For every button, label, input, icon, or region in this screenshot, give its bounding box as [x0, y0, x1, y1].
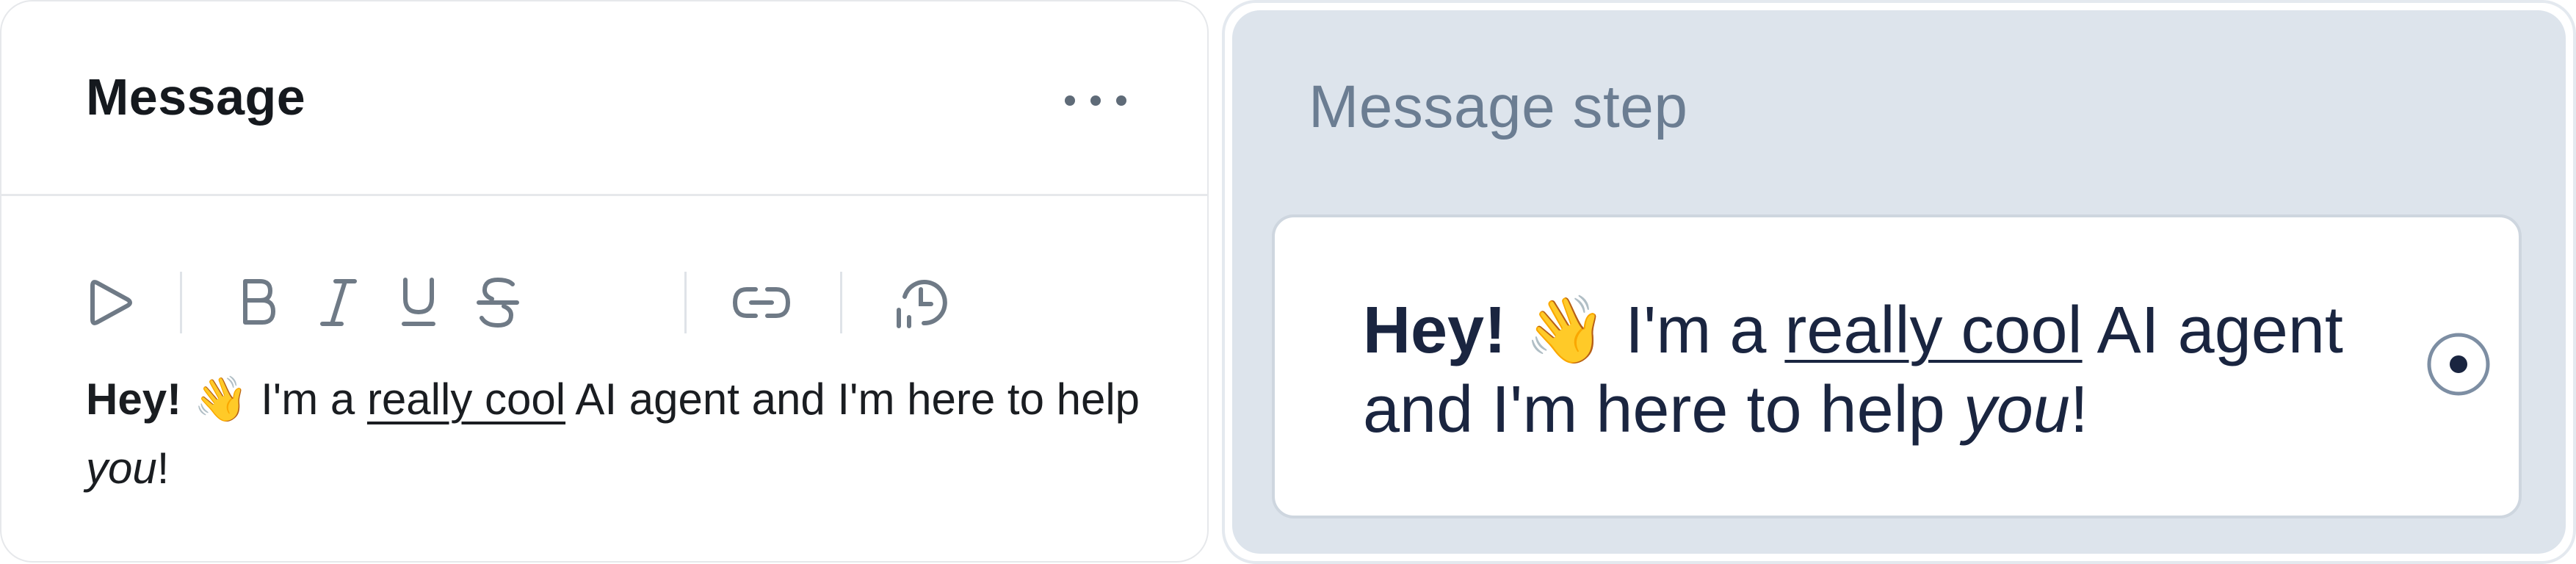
more-options-button[interactable]	[1063, 82, 1129, 119]
wave-emoji: 👋	[1524, 294, 1607, 367]
message-editor-content[interactable]: Hey! 👋 I'm a really cool AI agent and I'…	[86, 365, 1158, 503]
strikethrough-button[interactable]	[461, 266, 535, 339]
italic-button[interactable]	[302, 266, 375, 339]
message-preview-card[interactable]: Hey! 👋 I'm a really cool AI agent and I'…	[1272, 214, 2522, 518]
italic-text: you	[86, 444, 157, 493]
toolbar-divider	[180, 272, 182, 333]
editor-header: Message	[1, 1, 1207, 196]
greeting-bold: Hey!	[1363, 294, 1507, 367]
underline-icon	[402, 278, 435, 326]
link-icon	[732, 287, 791, 318]
more-horizontal-icon	[1065, 95, 1126, 106]
greeting-bold: Hey!	[86, 375, 182, 424]
message-preview-text: Hey! 👋 I'm a really cool AI agent and I'…	[1363, 291, 2376, 449]
underlined-text: really cool	[366, 375, 566, 424]
underlined-text: really cool	[1784, 294, 2083, 367]
play-button[interactable]	[75, 266, 148, 339]
italic-text: you	[1963, 373, 2070, 446]
text-segment: I'm a	[1607, 294, 1785, 367]
connection-handle[interactable]	[2424, 330, 2493, 399]
wave-emoji: 👋	[193, 375, 249, 424]
text-segment: !	[2069, 373, 2088, 446]
radio-target-icon	[2427, 333, 2490, 396]
text-segment: AI agent and I'm here to help	[565, 375, 1140, 424]
step-label: Message step	[1309, 73, 1688, 140]
panel-title: Message	[86, 68, 306, 126]
toolbar-divider	[684, 272, 687, 333]
message-step-panel: Message step Hey! 👋 I'm a really cool AI…	[1222, 0, 2576, 564]
link-button[interactable]	[725, 266, 798, 339]
play-icon	[90, 280, 132, 325]
text-segment: I'm a	[248, 375, 367, 424]
message-step-background: Message step Hey! 👋 I'm a really cool AI…	[1232, 10, 2566, 554]
strikethrough-icon	[477, 277, 519, 328]
toolbar-divider	[840, 272, 842, 333]
text-segment: !	[156, 444, 170, 493]
delay-button[interactable]	[883, 266, 956, 339]
formatting-toolbar	[75, 266, 1030, 339]
bold-button[interactable]	[222, 266, 295, 339]
message-editor-panel: Message Hey! 👋 I'm a really cool AI agen…	[0, 0, 1209, 563]
underline-button[interactable]	[382, 266, 455, 339]
clock-icon	[897, 280, 947, 328]
italic-icon	[320, 279, 357, 326]
bold-icon	[243, 279, 275, 325]
